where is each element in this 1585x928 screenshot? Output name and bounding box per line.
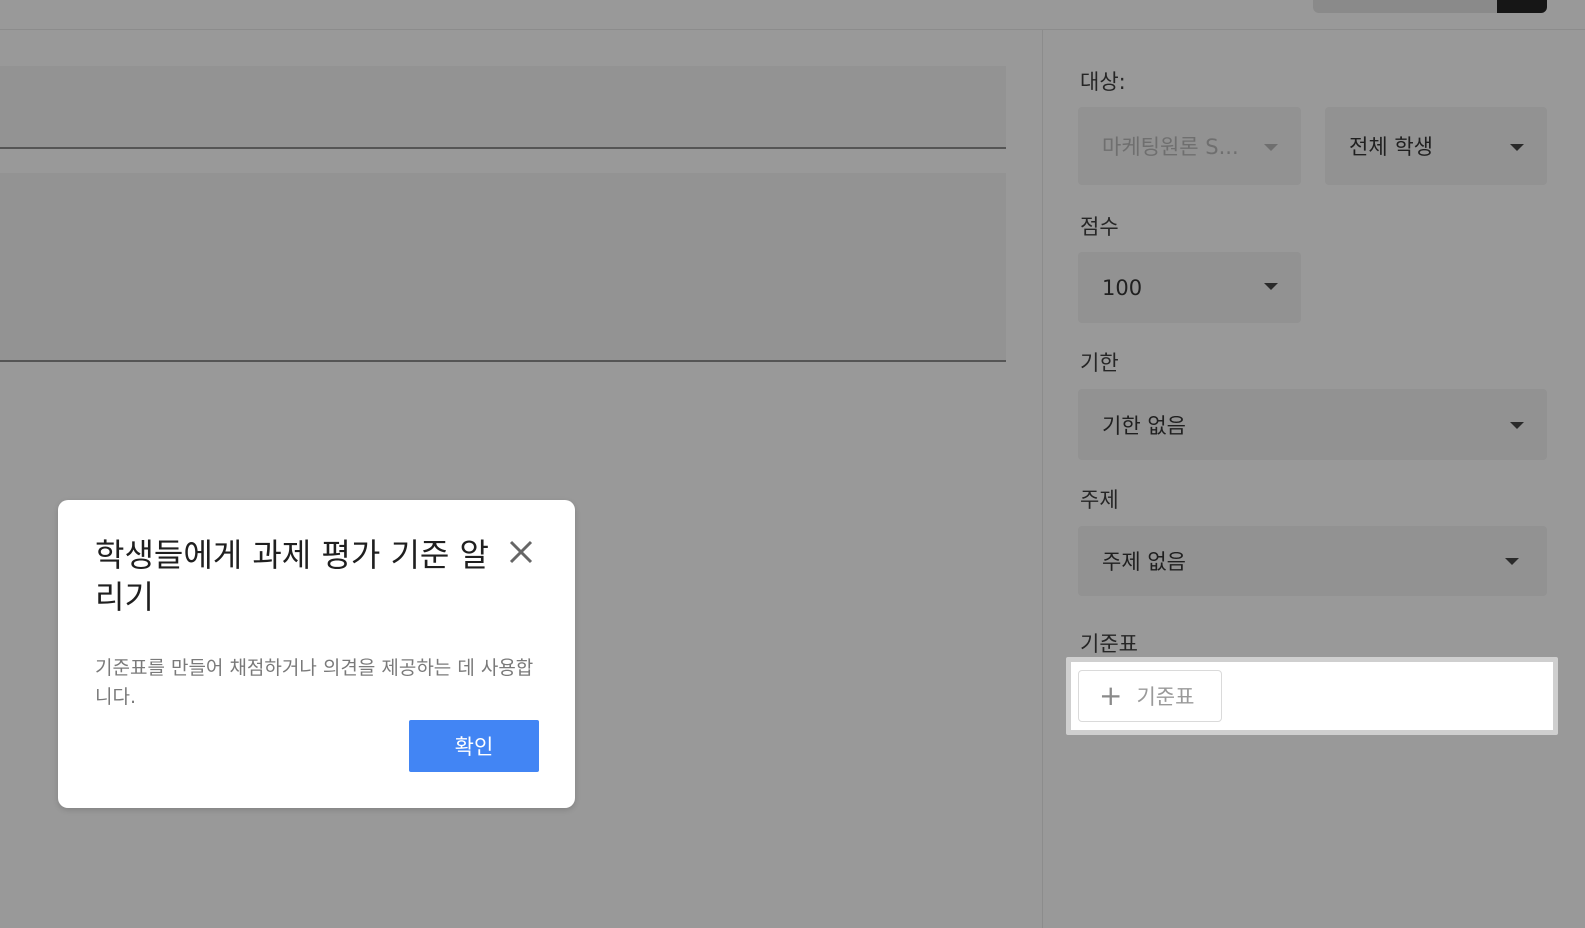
chevron-down-icon	[1510, 422, 1524, 429]
sidebar-divider	[1042, 30, 1043, 928]
add-rubric-label: 기준표	[1136, 685, 1195, 709]
rubric-label: 기준표	[1080, 632, 1138, 656]
chevron-down-icon	[1505, 558, 1519, 565]
class-dropdown-value: 마케팅원론 S...	[1102, 135, 1239, 159]
top-bar	[0, 0, 1585, 30]
rubric-highlight-box: + 기준표	[1066, 657, 1558, 735]
rubric-info-dialog: 학생들에게 과제 평가 기준 알리기 기준표를 만들어 채점하거나 의견을 제공…	[58, 500, 575, 808]
students-dropdown-value: 전체 학생	[1349, 135, 1433, 159]
topic-dropdown-value: 주제 없음	[1102, 550, 1186, 574]
chevron-down-icon	[1264, 283, 1278, 290]
chevron-down-icon	[1264, 144, 1278, 151]
topbar-button[interactable]	[1313, 0, 1497, 13]
instructions-field[interactable]	[0, 173, 1006, 362]
assign-button[interactable]	[1497, 0, 1547, 13]
points-label: 점수	[1080, 215, 1119, 239]
add-rubric-button[interactable]: + 기준표	[1078, 670, 1222, 722]
points-dropdown[interactable]: 100	[1078, 252, 1301, 323]
students-dropdown[interactable]: 전체 학생	[1325, 107, 1547, 185]
title-field[interactable]	[0, 66, 1006, 149]
due-dropdown[interactable]: 기한 없음	[1078, 389, 1547, 460]
confirm-button[interactable]: 확인	[409, 720, 539, 772]
topic-dropdown[interactable]: 주제 없음	[1078, 526, 1547, 596]
due-label: 기한	[1080, 351, 1119, 375]
due-dropdown-value: 기한 없음	[1102, 413, 1186, 438]
target-label: 대상:	[1080, 70, 1126, 94]
points-dropdown-value: 100	[1102, 275, 1143, 300]
topic-label: 주제	[1080, 488, 1119, 512]
close-icon[interactable]	[507, 538, 535, 566]
chevron-down-icon	[1510, 144, 1524, 151]
plus-icon: +	[1099, 679, 1123, 712]
dialog-title: 학생들에게 과제 평가 기준 알리기	[95, 536, 489, 616]
dialog-body: 기준표를 만들어 채점하거나 의견을 제공하는 데 사용합니다.	[95, 657, 534, 708]
class-dropdown[interactable]: 마케팅원론 S...	[1078, 107, 1301, 185]
